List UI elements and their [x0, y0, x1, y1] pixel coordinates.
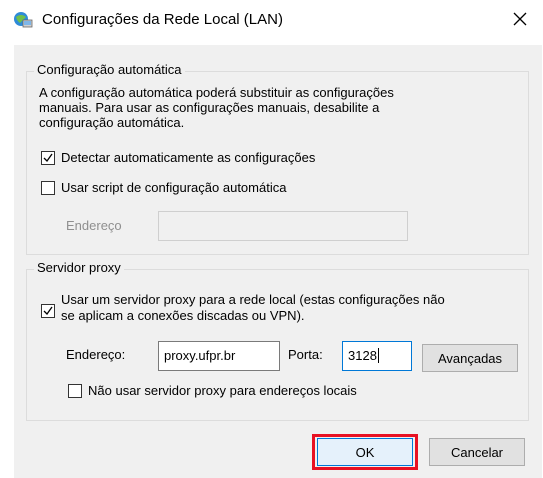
bypass-local-checkbox[interactable] — [68, 384, 82, 398]
detect-settings-label[interactable]: Detectar automaticamente as configuraçõe… — [61, 150, 315, 165]
advanced-button[interactable]: Avançadas — [422, 344, 518, 372]
proxy-address-input[interactable]: proxy.ufpr.br — [158, 341, 280, 371]
proxy-address-label: Endereço: — [66, 347, 126, 362]
proxy-port-input[interactable]: 3128 — [342, 341, 412, 371]
text-caret — [377, 348, 379, 363]
proxy-port-value: 3128 — [348, 348, 377, 363]
auto-config-description-line-3: configuração automática. — [39, 115, 185, 130]
proxy-port-label: Porta: — [288, 347, 323, 362]
cancel-button-label: Cancelar — [450, 444, 504, 460]
script-address-input — [158, 211, 408, 241]
auto-config-description-line-1: A configuração automática poderá substit… — [39, 85, 394, 100]
auto-config-legend: Configuração automática — [34, 62, 185, 77]
bypass-local-label[interactable]: Não usar servidor proxy para endereços l… — [88, 383, 357, 398]
advanced-button-label: Avançadas — [437, 350, 503, 366]
auto-config-description-line-2: manuais. Para usar as configurações manu… — [39, 100, 380, 115]
title-bar: Configurações da Rede Local (LAN) — [0, 0, 543, 40]
use-proxy-label-line-1[interactable]: Usar um servidor proxy para a rede local… — [61, 292, 445, 307]
check-icon — [43, 306, 53, 316]
detect-settings-checkbox[interactable] — [41, 151, 55, 165]
use-proxy-checkbox[interactable] — [41, 304, 55, 318]
network-settings-icon — [13, 11, 33, 29]
proxy-server-legend: Servidor proxy — [34, 260, 124, 275]
cancel-button[interactable]: Cancelar — [429, 438, 525, 466]
auto-config-script-label[interactable]: Usar script de configuração automática — [61, 180, 286, 195]
script-address-label: Endereço — [66, 218, 122, 233]
window-title: Configurações da Rede Local (LAN) — [42, 11, 283, 28]
close-icon — [513, 12, 527, 29]
check-icon — [43, 153, 53, 163]
auto-config-script-checkbox[interactable] — [41, 181, 55, 195]
ok-button-highlight — [312, 434, 418, 470]
close-button[interactable] — [501, 4, 539, 36]
use-proxy-label-line-2[interactable]: se aplicam a conexões discadas ou VPN). — [61, 308, 305, 323]
